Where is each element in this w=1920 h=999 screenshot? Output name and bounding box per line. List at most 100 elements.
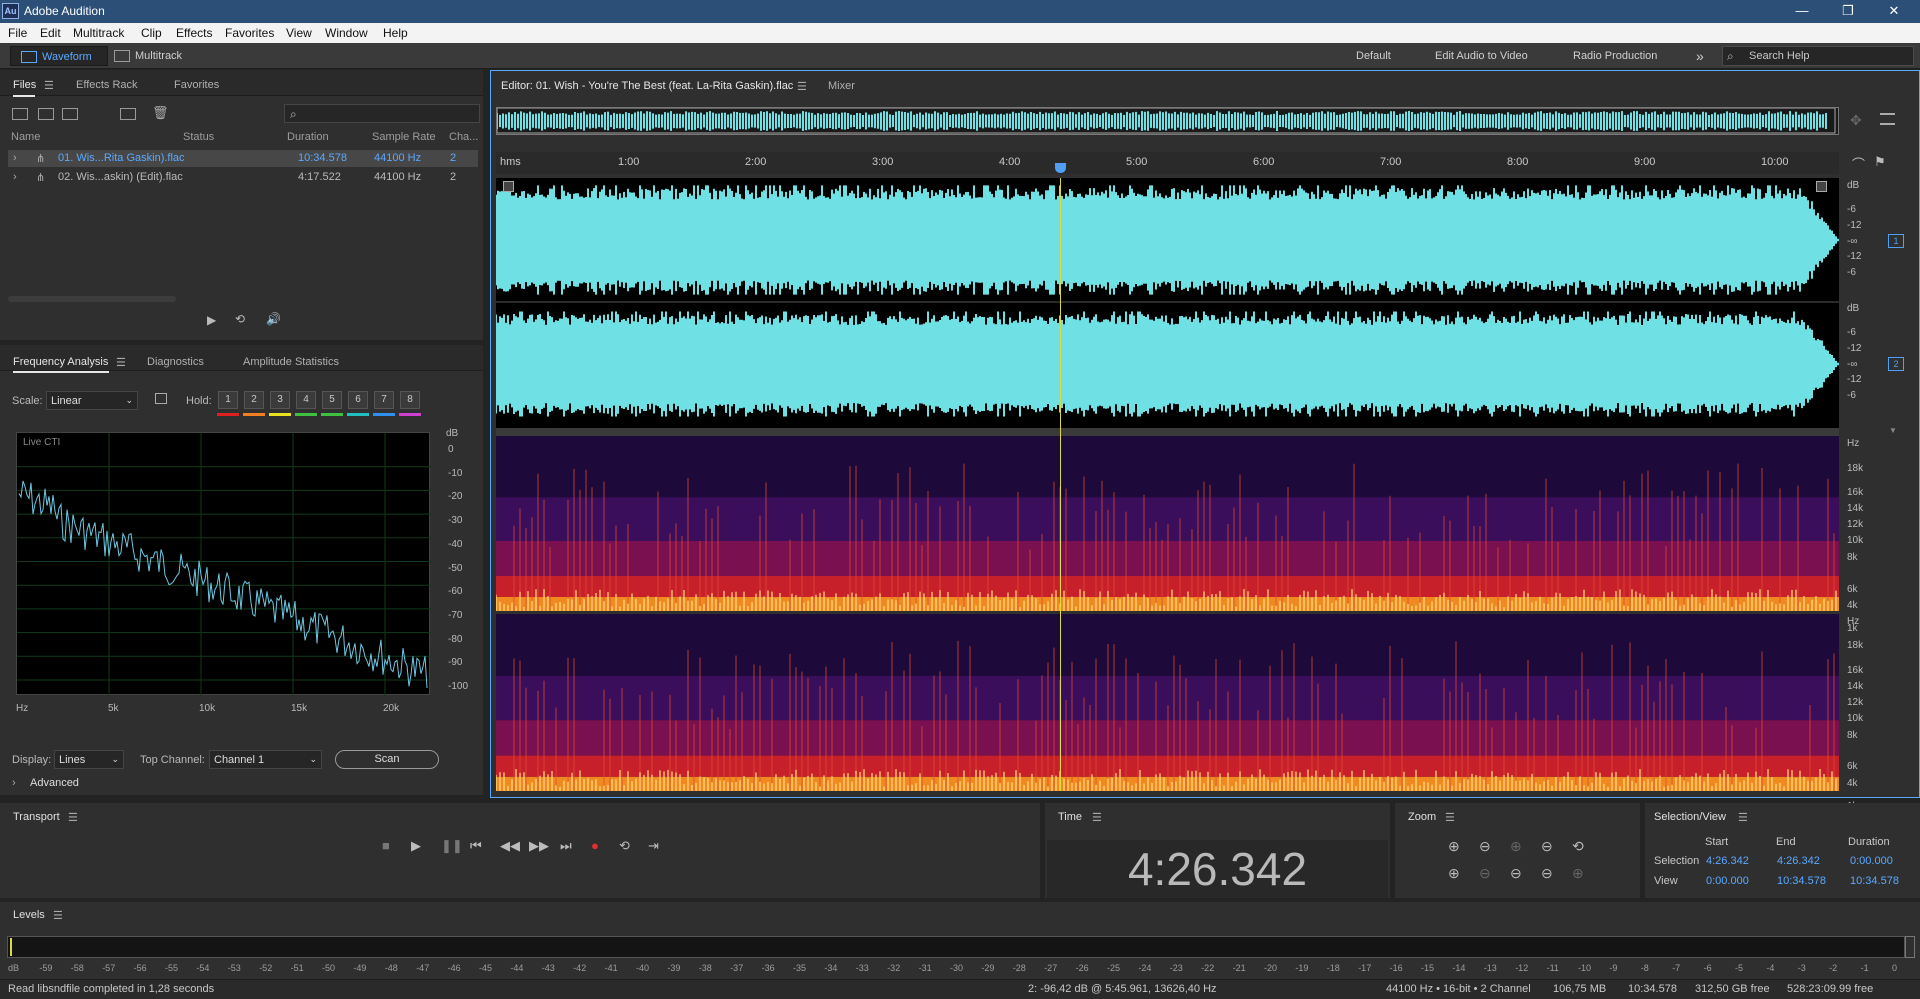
play-icon[interactable]: ▶ xyxy=(411,838,421,854)
col-sample-rate[interactable]: Sample Rate xyxy=(372,131,436,143)
zoom-to-selection-icon[interactable]: ⊖ xyxy=(1510,865,1522,882)
zoom-in-time-icon[interactable]: ⊕ xyxy=(1510,838,1522,855)
hold-button-8[interactable]: 8 xyxy=(400,391,420,409)
hold-button-5[interactable]: 5 xyxy=(322,391,342,409)
zoom-in-at-start-icon[interactable]: ⊕ xyxy=(1448,865,1460,882)
hold-button-3[interactable]: 3 xyxy=(270,391,290,409)
channel-2-button[interactable]: 2 xyxy=(1888,357,1904,371)
loop-playback-icon[interactable]: ⟲ xyxy=(619,838,630,854)
workspace-default[interactable]: Default xyxy=(1356,46,1391,66)
freq-panel-menu-icon[interactable]: ☰ xyxy=(116,356,126,369)
channel-1-button[interactable]: 1 xyxy=(1888,234,1904,248)
hold-button-7[interactable]: 7 xyxy=(374,391,394,409)
tab-diagnostics[interactable]: Diagnostics xyxy=(147,356,204,368)
zoom-menu-icon[interactable]: ☰ xyxy=(1445,811,1455,824)
search-help-box[interactable]: ⌕ Search Help xyxy=(1722,46,1914,66)
editor-menu-icon[interactable]: ☰ xyxy=(797,80,807,93)
overview-menu-icon[interactable] xyxy=(1880,113,1895,125)
zoom-in-amplitude-icon[interactable]: ⊕ xyxy=(1448,838,1460,855)
rewind-icon[interactable]: ◀◀ xyxy=(500,838,520,854)
files-panel-menu-icon[interactable]: ☰ xyxy=(44,79,54,92)
zoom-out-full-icon[interactable]: ⊖ xyxy=(1541,865,1553,882)
menu-help[interactable]: Help xyxy=(383,26,408,40)
preview-play-icon[interactable]: ▶ xyxy=(207,313,216,327)
tab-editor[interactable]: Editor: 01. Wish - You're The Best (feat… xyxy=(501,80,793,92)
menu-effects[interactable]: Effects xyxy=(176,26,212,40)
search-help-input[interactable]: Search Help xyxy=(1749,50,1810,62)
waveform-display[interactable] xyxy=(496,178,1839,428)
tab-frequency-analysis[interactable]: Frequency Analysis xyxy=(13,356,108,368)
advanced-chevron-icon[interactable]: › xyxy=(12,777,16,789)
levels-menu-icon[interactable]: ☰ xyxy=(53,909,63,922)
col-duration[interactable]: Duration xyxy=(287,131,329,143)
close-button[interactable]: ✕ xyxy=(1874,2,1914,20)
divider-arrow-icon[interactable]: ▼ xyxy=(1889,426,1897,435)
advanced-toggle[interactable]: Advanced xyxy=(30,777,79,789)
pause-icon[interactable]: ❚❚ xyxy=(441,838,463,854)
spectral-display[interactable] xyxy=(496,436,1839,791)
clip-indicator[interactable] xyxy=(1905,936,1915,958)
menu-window[interactable]: Window xyxy=(325,26,368,40)
view-duration-field[interactable]: 10:34.578 xyxy=(1850,875,1899,887)
zoom-in-at-end-icon[interactable]: ⊖ xyxy=(1479,865,1491,882)
file-row[interactable]: › ⋔ 02. Wis...askin) (Edit).flac 4:17.52… xyxy=(8,169,478,186)
channel-toggle-icon[interactable] xyxy=(503,181,514,192)
view-end-field[interactable]: 10:34.578 xyxy=(1777,875,1826,887)
open-file-icon[interactable] xyxy=(12,108,28,120)
workspace-edit-audio-to-video[interactable]: Edit Audio to Video xyxy=(1435,46,1528,66)
tab-mixer[interactable]: Mixer xyxy=(828,80,855,92)
skip-selection-icon[interactable]: ⇥ xyxy=(648,838,659,854)
scan-button[interactable]: Scan xyxy=(335,750,439,769)
marker-icon[interactable]: ⚑ xyxy=(1874,154,1886,170)
workspace-radio-production[interactable]: Radio Production xyxy=(1573,46,1657,66)
col-channels[interactable]: Cha... xyxy=(449,131,478,143)
tab-effects-rack[interactable]: Effects Rack xyxy=(76,79,138,91)
record-icon[interactable]: ● xyxy=(591,838,599,853)
zoom-selected-tracks-icon[interactable]: ⊕ xyxy=(1572,865,1584,882)
preview-loop-icon[interactable]: ⟲ xyxy=(235,312,245,326)
go-to-start-icon[interactable]: ⏮ xyxy=(470,838,482,854)
minimize-button[interactable]: — xyxy=(1782,2,1822,20)
time-menu-icon[interactable]: ☰ xyxy=(1092,811,1102,824)
insert-into-multitrack-icon[interactable] xyxy=(120,108,136,120)
fast-forward-icon[interactable]: ▶▶ xyxy=(529,838,549,854)
maximize-button[interactable]: ❐ xyxy=(1828,2,1868,20)
selection-view-menu-icon[interactable]: ☰ xyxy=(1738,811,1748,824)
hold-button-4[interactable]: 4 xyxy=(296,391,316,409)
overview-navigator[interactable] xyxy=(496,107,1839,135)
zoom-out-time-icon[interactable]: ⊖ xyxy=(1541,838,1553,855)
playhead-marker[interactable] xyxy=(1055,163,1066,173)
new-snapshot-icon[interactable] xyxy=(155,393,167,404)
tab-amplitude-statistics[interactable]: Amplitude Statistics xyxy=(243,356,339,368)
delete-icon[interactable]: 🗑 xyxy=(152,105,169,121)
snap-icon[interactable]: ⌒ xyxy=(1852,154,1865,173)
zoom-navigator-icon[interactable]: ✥ xyxy=(1850,112,1862,129)
waveform-view-button[interactable]: Waveform xyxy=(10,46,108,66)
new-file-icon[interactable] xyxy=(62,108,78,120)
menu-clip[interactable]: Clip xyxy=(141,26,162,40)
selection-end-field[interactable]: 4:26.342 xyxy=(1777,855,1820,867)
preview-volume-icon[interactable]: 🔊 xyxy=(266,312,281,326)
scale-select[interactable]: Linear ⌄ xyxy=(46,391,138,410)
selection-start-field[interactable]: 4:26.342 xyxy=(1706,855,1749,867)
display-select[interactable]: Lines ⌄ xyxy=(54,750,124,769)
files-horizontal-scrollbar[interactable] xyxy=(8,296,176,302)
selection-duration-field[interactable]: 0:00.000 xyxy=(1850,855,1893,867)
hold-button-2[interactable]: 2 xyxy=(244,391,264,409)
waveform-spectral-divider[interactable] xyxy=(496,428,1839,436)
col-name[interactable]: Name xyxy=(11,131,40,143)
go-to-end-icon[interactable]: ⏭ xyxy=(560,838,572,854)
hold-button-6[interactable]: 6 xyxy=(348,391,368,409)
menu-favorites[interactable]: Favorites xyxy=(225,26,274,40)
hold-button-1[interactable]: 1 xyxy=(218,391,238,409)
menu-view[interactable]: View xyxy=(286,26,312,40)
menu-edit[interactable]: Edit xyxy=(40,26,61,40)
menu-multitrack[interactable]: Multitrack xyxy=(73,26,124,40)
tab-favorites[interactable]: Favorites xyxy=(174,79,219,91)
transport-menu-icon[interactable]: ☰ xyxy=(68,811,78,824)
menu-file[interactable]: File xyxy=(8,26,27,40)
file-row[interactable]: › ⋔ 01. Wis...Rita Gaskin).flac 10:34.57… xyxy=(8,150,478,167)
zoom-full-icon[interactable]: ⟲ xyxy=(1572,838,1584,855)
files-search-input[interactable]: ⌕ xyxy=(284,104,480,123)
current-time-indicator[interactable] xyxy=(1060,178,1061,791)
